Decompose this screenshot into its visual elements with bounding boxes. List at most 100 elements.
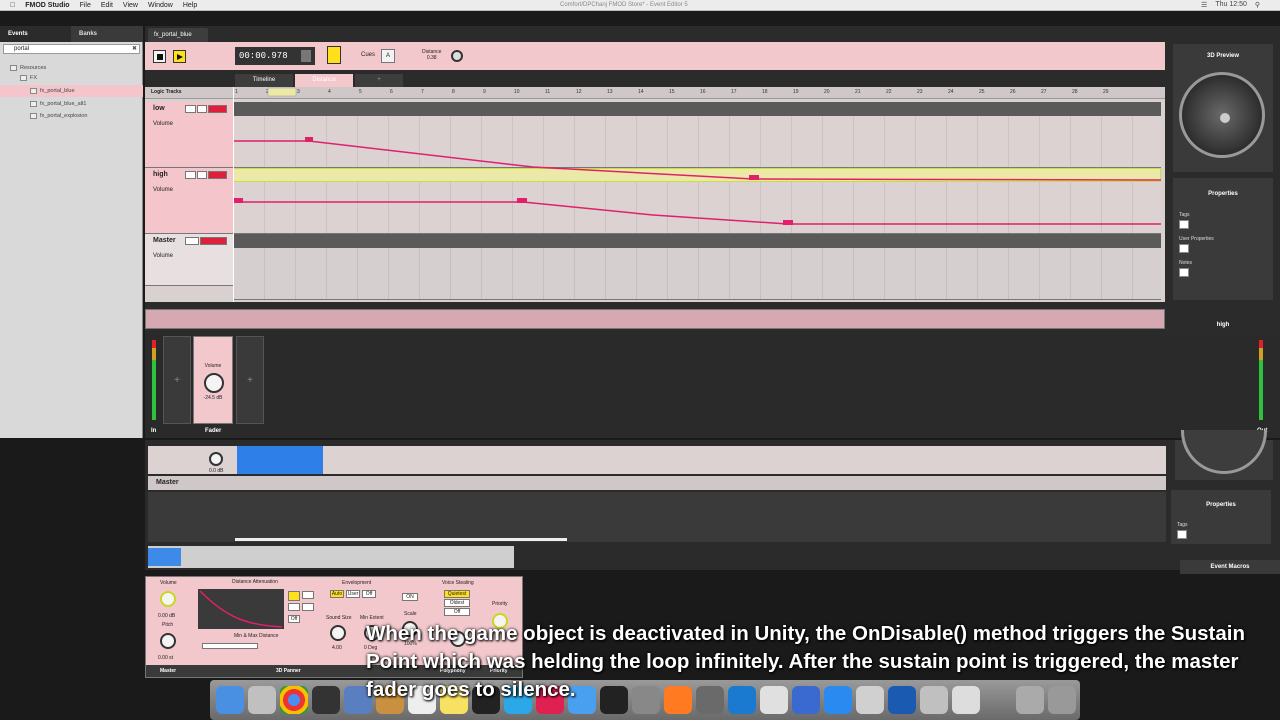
notes-field[interactable] <box>1179 268 1189 277</box>
curve-log-button[interactable] <box>302 591 314 599</box>
automation-label: Volume <box>153 187 174 193</box>
apple-menu-icon[interactable]:  <box>10 2 15 9</box>
tab-events[interactable]: Events <box>0 26 71 42</box>
solo-button[interactable] <box>185 105 196 113</box>
spotlight-icon[interactable]: ⚲ <box>1255 1 1260 9</box>
play-button[interactable] <box>173 50 186 63</box>
background-master-track[interactable]: Master <box>148 476 1166 490</box>
tab-banks[interactable]: Banks <box>71 26 142 42</box>
tree-folder-fx[interactable]: FX <box>0 72 143 84</box>
background-empty-area <box>148 492 1166 542</box>
stop-button[interactable] <box>153 50 166 63</box>
finder-icon[interactable] <box>216 686 244 714</box>
browser-tabs: Events Banks <box>0 26 143 42</box>
track-head-high[interactable]: high Volume <box>145 168 233 234</box>
macro-pitch-knob[interactable] <box>160 633 176 649</box>
track-buttons <box>185 171 227 179</box>
clock[interactable]: Thu 12:50 <box>1215 1 1247 9</box>
background-properties-panel: Properties Tags <box>1171 490 1271 544</box>
playhead[interactable] <box>233 87 234 302</box>
overview-bar[interactable] <box>145 309 1165 329</box>
notes-label: Notes <box>1179 260 1193 266</box>
tree-event-fx-portal-blue-alt1[interactable]: fx_portal_blue_alt1 <box>0 98 143 110</box>
launchpad-icon[interactable] <box>248 686 276 714</box>
horizontal-scrollbar[interactable] <box>235 538 567 541</box>
tree-event-fx-portal-explosion[interactable]: fx_portal_explosion <box>0 110 143 122</box>
event-tab[interactable]: fx_portal_blue <box>148 28 208 42</box>
tags-field[interactable] <box>1179 220 1189 229</box>
curve-linear-button[interactable] <box>288 591 300 601</box>
curve-custom-button[interactable] <box>288 603 300 611</box>
preview-disc[interactable] <box>1179 72 1265 158</box>
automation-label: Volume <box>153 253 174 259</box>
tree-event-fx-portal-blue[interactable]: fx_portal_blue <box>0 85 143 97</box>
event-icon <box>30 87 37 94</box>
time-format-toggle[interactable] <box>301 50 311 62</box>
scale-on-button[interactable]: ON <box>402 593 418 601</box>
menu-view[interactable]: View <box>123 2 138 9</box>
menu-bar:  FMOD Studio File Edit View Window Help… <box>0 0 1280 11</box>
menu-edit[interactable]: Edit <box>101 2 113 9</box>
listener-icon[interactable] <box>1220 113 1230 123</box>
voice-stealing-oldest[interactable]: Oldest <box>444 599 470 607</box>
fader-label: Fader <box>205 428 222 434</box>
cue-a-button[interactable]: A <box>381 49 395 63</box>
min-max-distance-slider[interactable] <box>202 643 258 649</box>
record-button[interactable] <box>208 171 227 179</box>
user-properties-field[interactable] <box>1179 244 1189 253</box>
playhead-marker <box>267 87 297 97</box>
menu-window[interactable]: Window <box>148 2 173 9</box>
menu-file[interactable]: File <box>80 2 91 9</box>
mute-button[interactable] <box>185 237 200 245</box>
audio-clip[interactable] <box>237 446 323 474</box>
background-tags-field[interactable] <box>1177 530 1187 539</box>
track-buttons <box>185 105 227 113</box>
video-caption: When the game object is deactivated in U… <box>366 622 1245 701</box>
tab-distance[interactable]: Distance <box>295 74 353 87</box>
unity-icon[interactable] <box>312 686 340 714</box>
add-parameter-tab[interactable]: + <box>355 74 403 87</box>
loop-button[interactable] <box>327 46 341 64</box>
automation-point <box>233 198 243 203</box>
fader-module[interactable]: Volume -24.5 dB <box>193 336 233 424</box>
menu-app[interactable]: FMOD Studio <box>25 2 69 9</box>
panner-label: 3D Panner <box>276 668 301 674</box>
envelopment-user-button[interactable]: User <box>346 590 360 598</box>
search-input[interactable]: portal ✖ <box>3 44 140 54</box>
voice-stealing-quietest[interactable]: Quietest <box>444 590 470 598</box>
add-effect-pre-slot[interactable]: + <box>163 336 191 424</box>
envelopment-auto-button[interactable]: Auto <box>330 590 344 598</box>
volume-knob[interactable] <box>204 373 224 393</box>
time-display: 00:00.978 <box>235 47 315 65</box>
automation-point <box>783 220 793 225</box>
clear-search-icon[interactable]: ✖ <box>132 45 137 54</box>
sound-size-knob[interactable] <box>330 625 346 641</box>
event-macros-title: Event Macros <box>1180 560 1280 574</box>
track-name: Master <box>153 237 176 244</box>
add-effect-post-slot[interactable]: + <box>236 336 264 424</box>
envelopment-off-button[interactable]: Off <box>362 590 376 598</box>
background-overview[interactable] <box>148 546 514 568</box>
macro-volume-knob[interactable] <box>160 591 176 607</box>
distance-attenuation-label: Distance Attenuation <box>232 579 278 585</box>
background-volume-knob[interactable] <box>209 452 223 466</box>
time-value: 00:00.978 <box>239 51 288 61</box>
chrome-icon[interactable] <box>280 686 308 714</box>
record-button[interactable] <box>208 105 227 113</box>
attenuation-off-button[interactable]: Off <box>288 615 300 623</box>
track-head-low[interactable]: low Volume <box>145 102 233 168</box>
track-head-master[interactable]: Master Volume <box>145 234 233 286</box>
solo-button[interactable] <box>185 171 196 179</box>
distance-knob[interactable] <box>451 50 463 62</box>
record-button[interactable] <box>200 237 227 245</box>
wifi-icon[interactable]: ☰ <box>1201 1 1207 9</box>
tab-timeline[interactable]: Timeline <box>235 74 293 87</box>
menu-help[interactable]: Help <box>183 2 197 9</box>
mute-button[interactable] <box>196 171 207 179</box>
curve-inverse-button[interactable] <box>302 603 314 611</box>
voice-stealing-off[interactable]: Off <box>444 608 470 616</box>
track-name: low <box>153 105 165 112</box>
properties-panel: Properties Tags User Properties Notes <box>1173 178 1273 300</box>
attenuation-curve-graph[interactable] <box>198 589 284 629</box>
mute-button[interactable] <box>196 105 207 113</box>
